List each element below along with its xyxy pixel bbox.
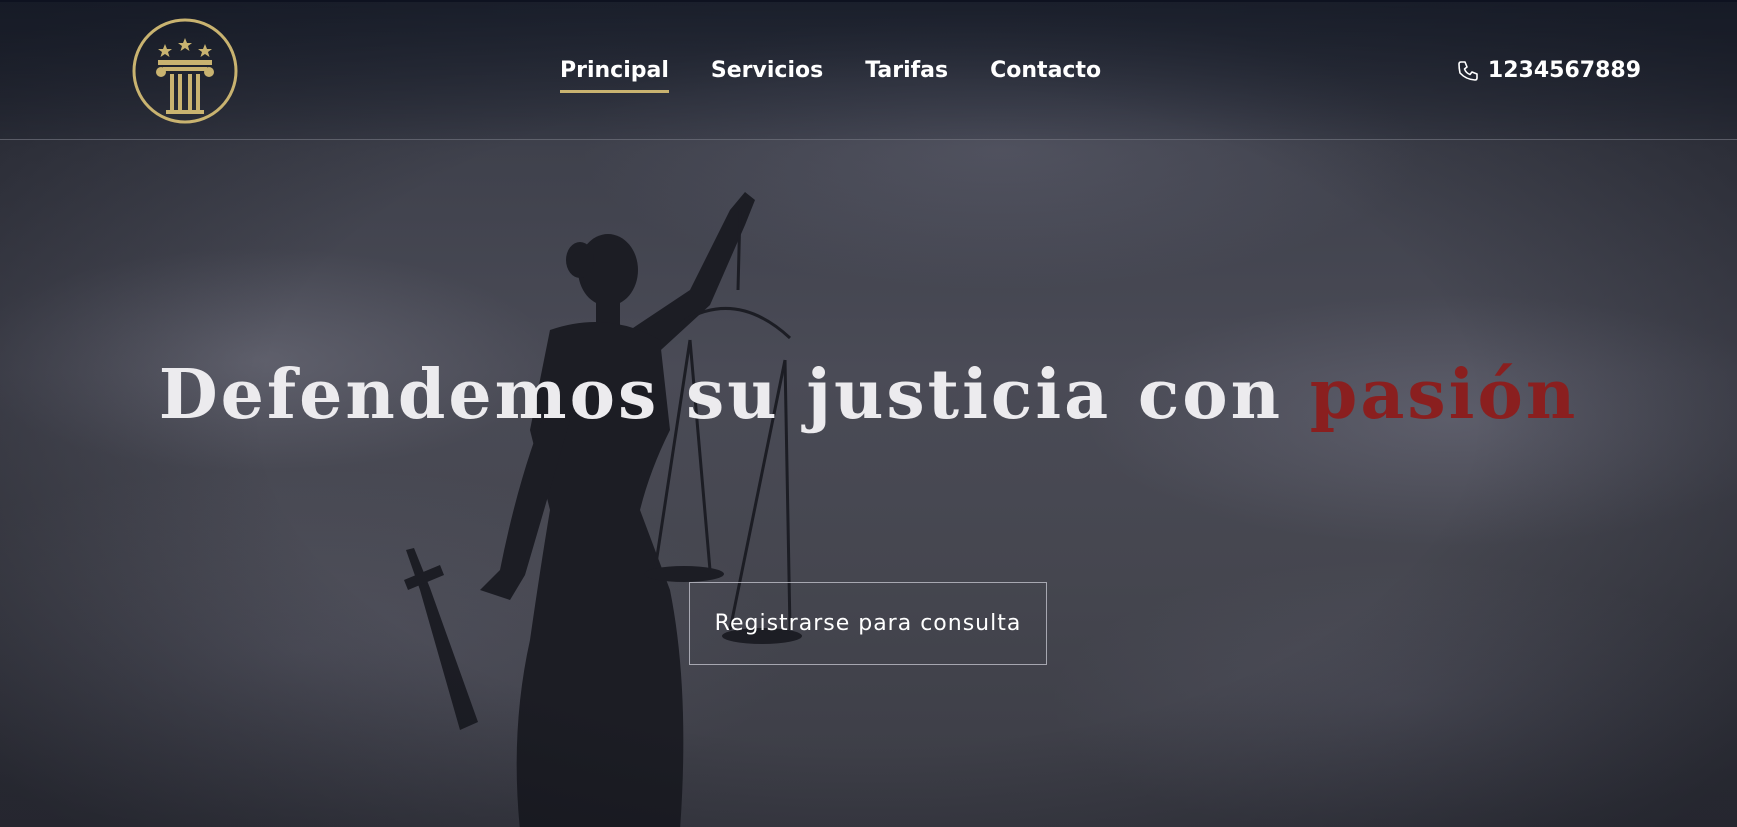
register-consultation-button[interactable]: Registrarse para consulta <box>689 582 1047 665</box>
phone-link[interactable]: 1234567889 <box>1456 58 1641 83</box>
pillar-column-logo-icon[interactable] <box>130 16 240 126</box>
nav-item-tarifas[interactable]: Tarifas <box>865 52 948 97</box>
phone-number: 1234567889 <box>1487 58 1641 83</box>
nav-item-servicios[interactable]: Servicios <box>711 52 823 97</box>
main-nav: Principal Servicios Tarifas Contacto <box>560 52 1101 97</box>
phone-icon <box>1458 60 1478 81</box>
hero-headline: Defendemos su justicia con pasión <box>0 355 1737 435</box>
site-header: Principal Servicios Tarifas Contacto 123… <box>0 0 1737 140</box>
hero-headline-accent: pasión <box>1309 355 1579 435</box>
hero-headline-main: Defendemos su justicia con <box>158 355 1310 435</box>
nav-item-contacto[interactable]: Contacto <box>990 52 1101 97</box>
nav-item-principal[interactable]: Principal <box>560 52 669 97</box>
landing-page: Principal Servicios Tarifas Contacto 123… <box>0 0 1737 827</box>
